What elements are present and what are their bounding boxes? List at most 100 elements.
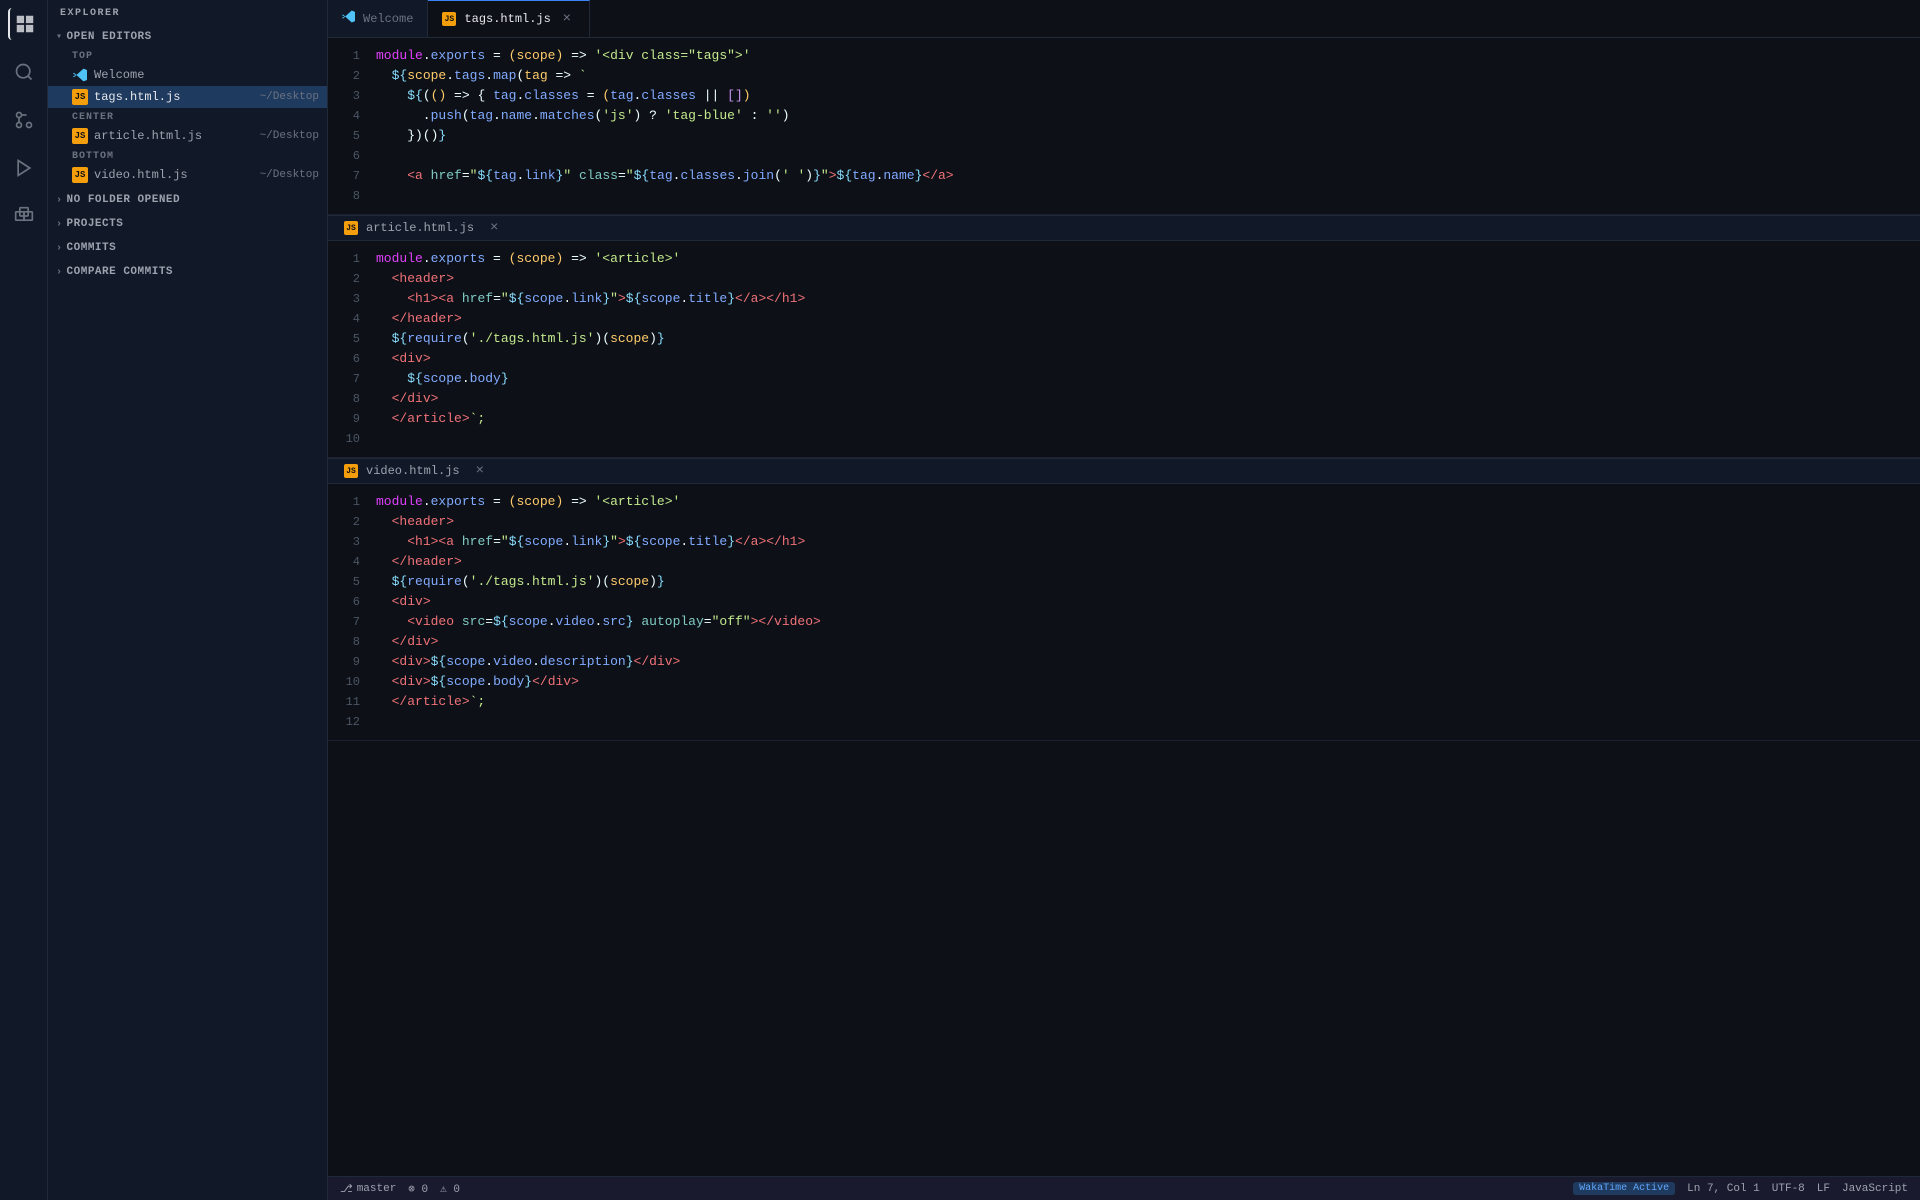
line-number: 9 <box>328 409 376 429</box>
welcome-tab-label: Welcome <box>94 68 319 82</box>
no-folder-header[interactable]: › NO FOLDER OPENED <box>48 190 327 210</box>
js-file-icon: JS <box>72 89 88 105</box>
explorer-activity-icon[interactable] <box>8 8 40 40</box>
tab-welcome-label: Welcome <box>363 12 413 26</box>
code-line: 10 <div>${scope.body}</div> <box>328 672 1920 692</box>
tags-file-path: ~/Desktop <box>260 91 319 103</box>
chevron-down-icon: ▾ <box>56 31 63 43</box>
code-line: 12 <box>328 712 1920 732</box>
line-number: 10 <box>328 672 376 692</box>
status-left: ⎇ master ⊗ 0 ⚠ 0 <box>340 1182 460 1196</box>
line-code: <header> <box>376 512 1920 532</box>
chevron-right-icon-2: › <box>56 219 63 230</box>
sidebar-item-video[interactable]: JS video.html.js ~/Desktop <box>48 164 327 186</box>
status-bar: ⎇ master ⊗ 0 ⚠ 0 WakaTime Active Ln 7, C… <box>328 1176 1920 1200</box>
code-lines-video: 1 module.exports = (scope) => '<article>… <box>328 484 1920 740</box>
sidebar-item-article[interactable]: JS article.html.js ~/Desktop <box>48 125 327 147</box>
line-number: 11 <box>328 692 376 712</box>
code-line: 2 ${scope.tags.map(tag => ` <box>328 66 1920 86</box>
line-code: </div> <box>376 389 1920 409</box>
line-number: 4 <box>328 552 376 572</box>
code-line: 5 ${require('./tags.html.js')(scope)} <box>328 329 1920 349</box>
code-line: 7 <video src=${scope.video.src} autoplay… <box>328 612 1920 632</box>
search-activity-icon[interactable] <box>8 56 40 88</box>
projects-header[interactable]: › PROJECTS <box>48 214 327 234</box>
code-block-video: JS video.html.js × 1 module.exports = (s… <box>328 458 1920 741</box>
code-line: 9 </article>`; <box>328 409 1920 429</box>
line-code: <h1><a href="${scope.link}">${scope.titl… <box>376 532 1920 552</box>
vscode-logo-icon <box>72 67 88 83</box>
line-number: 1 <box>328 249 376 269</box>
video-close-button[interactable]: × <box>476 463 484 479</box>
code-line: 8 </div> <box>328 632 1920 652</box>
line-number: 9 <box>328 652 376 672</box>
chevron-right-icon-3: › <box>56 243 63 254</box>
code-line: 2 <header> <box>328 269 1920 289</box>
sidebar-title: EXPLORER <box>48 0 327 27</box>
line-code: <div>${scope.video.description}</div> <box>376 652 1920 672</box>
video-file-header: JS video.html.js × <box>328 458 1920 484</box>
open-editors-header[interactable]: ▾ OPEN EDITORS <box>48 27 327 47</box>
line-code: module.exports = (scope) => '<article>' <box>376 249 1920 269</box>
editor-area: Welcome JS tags.html.js × 1 module.expor… <box>328 0 1920 1200</box>
video-js-icon: JS <box>344 464 358 478</box>
line-code: module.exports = (scope) => '<article>' <box>376 492 1920 512</box>
code-line: 1 module.exports = (scope) => '<article>… <box>328 492 1920 512</box>
tab-welcome[interactable]: Welcome <box>328 0 428 37</box>
section-center: CENTER <box>48 108 327 125</box>
line-code: <header> <box>376 269 1920 289</box>
debug-activity-icon[interactable] <box>8 152 40 184</box>
commits-label: COMMITS <box>67 242 117 254</box>
compare-commits-header[interactable]: › COMPARE COMMITS <box>48 262 327 282</box>
line-code: <video src=${scope.video.src} autoplay="… <box>376 612 1920 632</box>
activity-bar <box>0 0 48 1200</box>
tab-close-button[interactable]: × <box>559 11 575 27</box>
position-status: Ln 7, Col 1 <box>1687 1183 1760 1195</box>
sidebar-item-welcome[interactable]: Welcome <box>48 64 327 86</box>
code-line: 2 <header> <box>328 512 1920 532</box>
js-file-icon-3: JS <box>72 167 88 183</box>
line-number: 5 <box>328 126 376 146</box>
chevron-right-icon: › <box>56 195 63 206</box>
git-branch-status[interactable]: ⎇ master <box>340 1182 396 1196</box>
line-code: <div> <box>376 349 1920 369</box>
code-line: 8 </div> <box>328 389 1920 409</box>
article-file-path: ~/Desktop <box>260 130 319 142</box>
code-line: 6 <box>328 146 1920 166</box>
line-number: 2 <box>328 66 376 86</box>
line-code: ${scope.body} <box>376 369 1920 389</box>
tab-tags[interactable]: JS tags.html.js × <box>428 0 589 37</box>
compare-commits-section: › COMPARE COMMITS <box>48 262 327 282</box>
git-activity-icon[interactable] <box>8 104 40 136</box>
line-code: </article>`; <box>376 409 1920 429</box>
line-number: 10 <box>328 429 376 449</box>
line-number: 6 <box>328 349 376 369</box>
line-code: </div> <box>376 632 1920 652</box>
line-number: 6 <box>328 592 376 612</box>
article-close-button[interactable]: × <box>490 220 498 236</box>
line-code: </header> <box>376 552 1920 572</box>
line-number: 4 <box>328 309 376 329</box>
projects-section: › PROJECTS <box>48 214 327 234</box>
tab-tags-label: tags.html.js <box>464 12 550 26</box>
line-number: 3 <box>328 532 376 552</box>
sidebar: EXPLORER ▾ OPEN EDITORS TOP Welcome JS t… <box>48 0 328 1200</box>
code-line: 9 <div>${scope.video.description}</div> <box>328 652 1920 672</box>
encoding-status: UTF-8 <box>1772 1183 1805 1195</box>
line-number: 7 <box>328 166 376 186</box>
code-lines-article: 1 module.exports = (scope) => '<article>… <box>328 241 1920 457</box>
line-number: 3 <box>328 86 376 106</box>
code-line: 5 ${require('./tags.html.js')(scope)} <box>328 572 1920 592</box>
code-line: 8 <box>328 186 1920 206</box>
sidebar-item-tags[interactable]: JS tags.html.js ~/Desktop <box>48 86 327 108</box>
commits-section: › COMMITS <box>48 238 327 258</box>
extensions-activity-icon[interactable] <box>8 200 40 232</box>
commits-header[interactable]: › COMMITS <box>48 238 327 258</box>
code-line: 10 <box>328 429 1920 449</box>
projects-label: PROJECTS <box>67 218 124 230</box>
line-number: 5 <box>328 572 376 592</box>
code-line: 6 <div> <box>328 349 1920 369</box>
line-number: 2 <box>328 269 376 289</box>
code-container[interactable]: 1 module.exports = (scope) => '<div clas… <box>328 38 1920 1176</box>
open-editors-label: OPEN EDITORS <box>67 31 152 43</box>
